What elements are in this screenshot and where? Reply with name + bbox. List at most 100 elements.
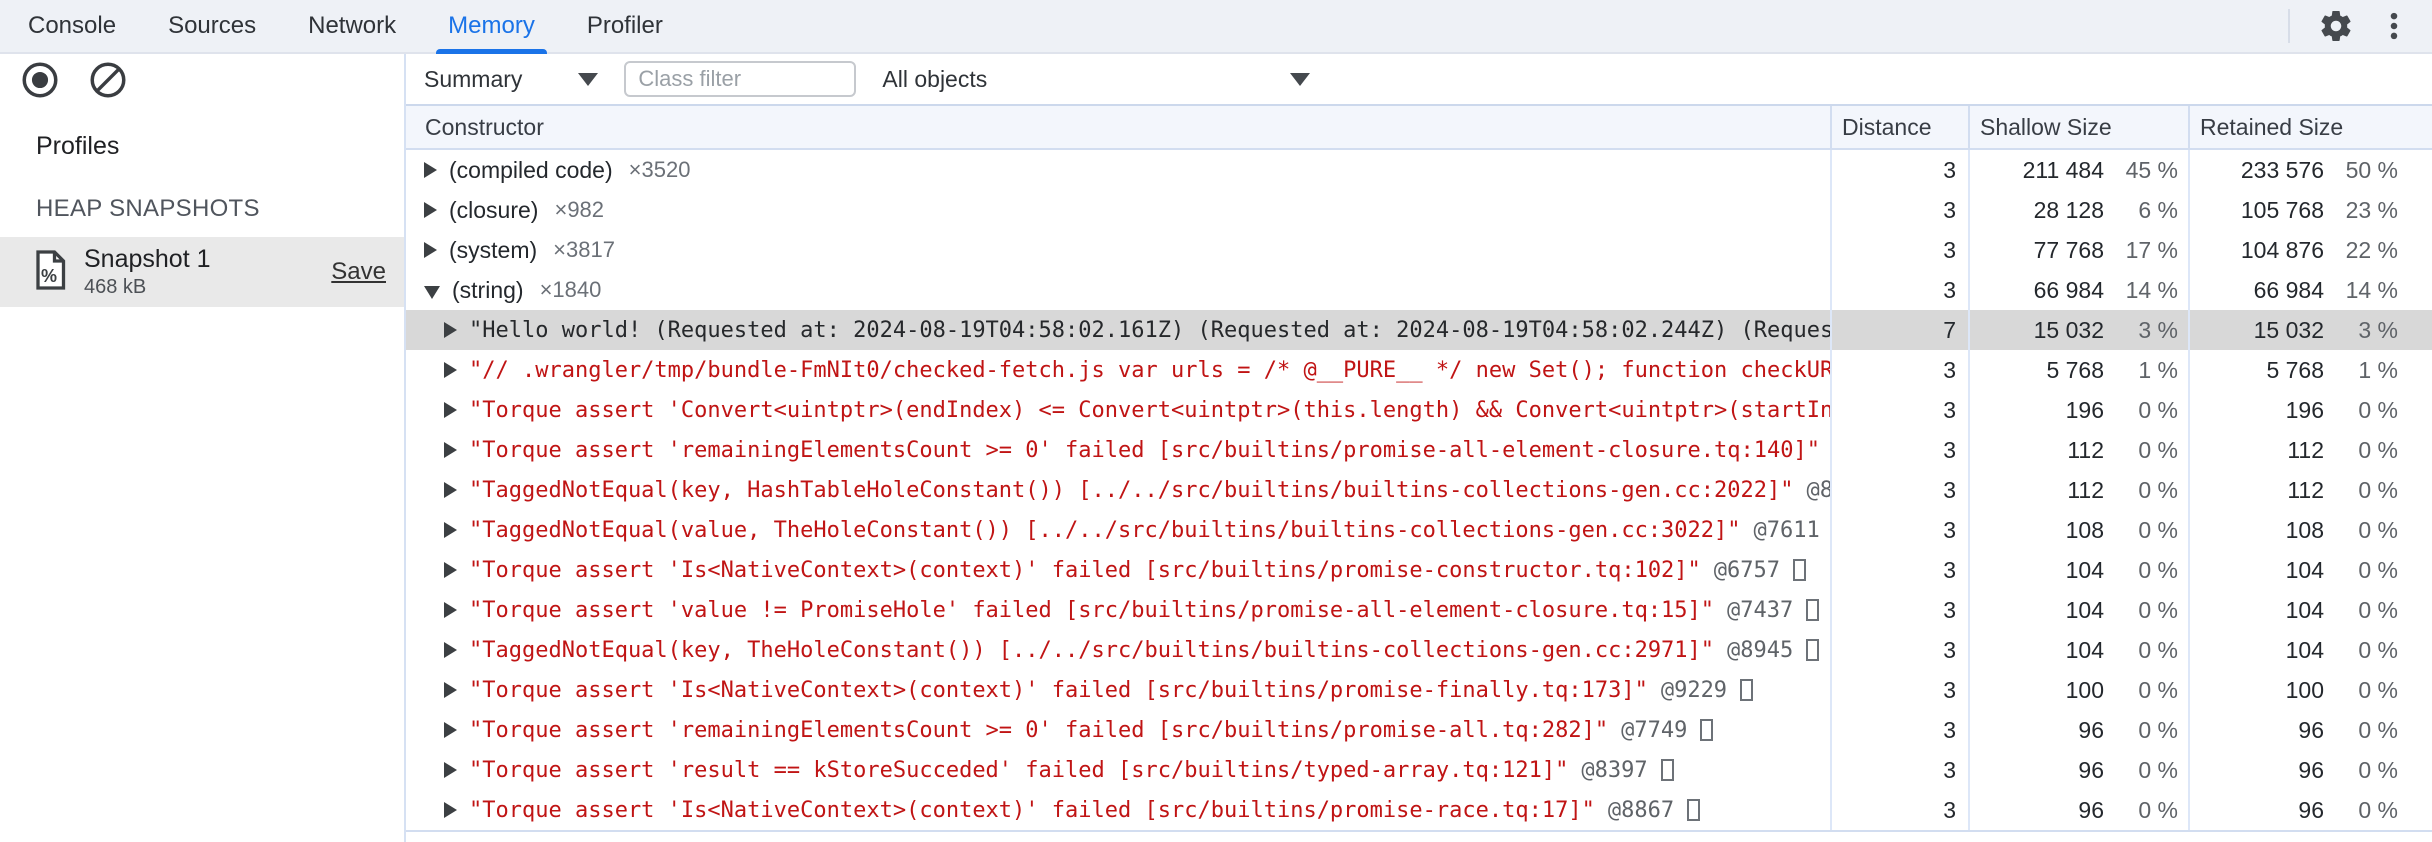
- disclosure-triangle-icon[interactable]: [424, 202, 437, 218]
- missing-glyph-box: [1806, 599, 1820, 621]
- table-row[interactable]: "Torque assert 'remainingElementsCount >…: [406, 710, 2432, 750]
- missing-glyph-box: [1700, 719, 1714, 741]
- disclosure-triangle-icon[interactable]: [444, 642, 457, 658]
- shallow-size-cell-percent: 0 %: [2138, 436, 2178, 463]
- object-id: @9229: [1660, 677, 1728, 703]
- disclosure-triangle-icon[interactable]: [444, 802, 457, 818]
- retained-size-cell-percent: 0 %: [2358, 436, 2398, 463]
- shallow-size-cell: 15 032 3 %: [1968, 310, 2188, 350]
- object-id: @8867: [1607, 797, 1675, 823]
- retained-size-cell-value: 15 032: [2253, 316, 2324, 343]
- retained-size-cell-value: 96: [2298, 796, 2324, 823]
- retained-size-cell-percent: 0 %: [2358, 636, 2398, 663]
- base-snapshot-select[interactable]: All objects: [882, 65, 1311, 93]
- shallow-size-cell-percent: 0 %: [2138, 676, 2178, 703]
- shallow-size-cell-percent: 0 %: [2138, 396, 2178, 423]
- distance-cell: 3: [1830, 630, 1968, 670]
- tab-sources[interactable]: Sources: [142, 0, 282, 52]
- shallow-size-cell: 28 128 6 %: [1968, 190, 2188, 230]
- disclosure-triangle-icon[interactable]: [444, 402, 457, 418]
- column-header-distance[interactable]: Distance: [1830, 106, 1968, 148]
- table-row[interactable]: (closure) ×982 3 28 128 6 % 105 768 23 %: [406, 190, 2432, 230]
- retained-size-cell: 96 0 %: [2188, 710, 2432, 750]
- disclosure-triangle-icon[interactable]: [424, 285, 440, 299]
- disclosure-triangle-icon[interactable]: [444, 482, 457, 498]
- grid-bottom-border: [406, 830, 2432, 832]
- disclosure-triangle-icon[interactable]: [444, 682, 457, 698]
- more-options-icon[interactable]: [2370, 2, 2418, 50]
- perspective-select[interactable]: Summary: [424, 66, 599, 93]
- disclosure-triangle-icon[interactable]: [444, 362, 457, 378]
- disclosure-triangle-icon[interactable]: [424, 242, 437, 258]
- disclosure-triangle-icon[interactable]: [424, 162, 437, 178]
- object-id: @8397: [1581, 757, 1648, 783]
- disclosure-triangle-icon[interactable]: [444, 522, 457, 538]
- retained-size-cell-value: 104: [2285, 556, 2324, 583]
- distance-cell: 3: [1830, 470, 1968, 510]
- table-row[interactable]: "Torque assert 'Convert<uintptr>(endInde…: [406, 390, 2432, 430]
- table-row[interactable]: (system) ×3817 3 77 768 17 % 104 876 22 %: [406, 230, 2432, 270]
- table-row[interactable]: "Torque assert 'value != PromiseHole' fa…: [406, 590, 2432, 630]
- record-heap-snapshot-icon[interactable]: [16, 56, 64, 104]
- table-row[interactable]: "TaggedNotEqual(value, TheHoleConstant()…: [406, 510, 2432, 550]
- table-row[interactable]: "Torque assert 'remainingElementsCount >…: [406, 430, 2432, 470]
- disclosure-triangle-icon[interactable]: [444, 562, 457, 578]
- shallow-size-cell-percent: 0 %: [2138, 556, 2178, 583]
- retained-size-cell: 15 032 3 %: [2188, 310, 2432, 350]
- base-snapshot-select-label: All objects: [882, 65, 988, 92]
- table-row[interactable]: "TaggedNotEqual(key, HashTableHoleConsta…: [406, 470, 2432, 510]
- tab-profiler[interactable]: Profiler: [561, 0, 689, 52]
- retained-size-cell-value: 66 984: [2253, 276, 2324, 303]
- table-row[interactable]: "Torque assert 'result == kStoreSucceded…: [406, 750, 2432, 790]
- heap-snapshot-file-icon: %: [32, 248, 68, 297]
- retained-size-cell: 112 0 %: [2188, 430, 2432, 470]
- shallow-size-cell-value: 100: [2065, 676, 2104, 703]
- column-header-shallow-size[interactable]: Shallow Size: [1968, 106, 2188, 148]
- table-row[interactable]: "Torque assert 'Is<NativeContext>(contex…: [406, 550, 2432, 590]
- table-row[interactable]: (string) ×1840 3 66 984 14 % 66 984 14 %: [406, 270, 2432, 310]
- column-header-retained-size[interactable]: Retained Size: [2188, 106, 2432, 148]
- class-filter-input[interactable]: [624, 61, 857, 97]
- shallow-size-cell-percent: 0 %: [2138, 596, 2178, 623]
- shallow-size-cell: 104 0 %: [1968, 630, 2188, 670]
- settings-gear-icon[interactable]: [2312, 2, 2360, 50]
- shallow-size-cell-percent: 3 %: [2138, 316, 2178, 343]
- retained-size-cell-percent: 1 %: [2358, 356, 2398, 383]
- constructor-group-name: (compiled code): [449, 156, 613, 183]
- shallow-size-cell-percent: 0 %: [2138, 636, 2178, 663]
- disclosure-triangle-icon[interactable]: [444, 722, 457, 738]
- instance-count: ×3817: [553, 237, 615, 262]
- shallow-size-cell: 66 984 14 %: [1968, 270, 2188, 310]
- shallow-size-cell-percent: 0 %: [2138, 516, 2178, 543]
- disclosure-triangle-icon[interactable]: [444, 322, 457, 338]
- string-value: "Torque assert 'Is<NativeContext>(contex…: [469, 797, 1595, 823]
- table-row[interactable]: "TaggedNotEqual(key, TheHoleConstant()) …: [406, 630, 2432, 670]
- profiles-sidebar-toolbar: [0, 54, 404, 106]
- table-row[interactable]: "Torque assert 'Is<NativeContext>(contex…: [406, 790, 2432, 830]
- snapshot-list-item[interactable]: % Snapshot 1 468 kB Save: [0, 237, 404, 307]
- table-row[interactable]: "Torque assert 'Is<NativeContext>(contex…: [406, 670, 2432, 710]
- tab-console[interactable]: Console: [2, 0, 142, 52]
- missing-glyph-box: [1660, 759, 1674, 781]
- string-value: "Torque assert 'Is<NativeContext>(contex…: [469, 677, 1648, 703]
- tab-network[interactable]: Network: [282, 0, 422, 52]
- disclosure-triangle-icon[interactable]: [444, 442, 457, 458]
- shallow-size-cell: 77 768 17 %: [1968, 230, 2188, 270]
- retained-size-cell-percent: 50 %: [2345, 156, 2398, 183]
- shallow-size-cell-value: 108: [2065, 516, 2104, 543]
- column-header-constructor[interactable]: Constructor: [406, 106, 1830, 148]
- save-snapshot-link[interactable]: Save: [331, 258, 386, 286]
- grid-header-row: Constructor Distance Shallow Size Retain…: [406, 106, 2432, 150]
- retained-size-cell-percent: 0 %: [2358, 676, 2398, 703]
- table-row[interactable]: "// .wrangler/tmp/bundle-FmNIt0/checked-…: [406, 350, 2432, 390]
- table-row[interactable]: "Hello world! (Requested at: 2024-08-19T…: [406, 310, 2432, 350]
- distance-cell: 3: [1830, 190, 1968, 230]
- shallow-size-cell-value: 104: [2065, 636, 2104, 663]
- table-row[interactable]: (compiled code) ×3520 3 211 484 45 % 233 576 5…: [406, 150, 2432, 190]
- disclosure-triangle-icon[interactable]: [444, 602, 457, 618]
- retained-size-cell: 104 0 %: [2188, 550, 2432, 590]
- tab-memory[interactable]: Memory: [422, 0, 561, 54]
- disclosure-triangle-icon[interactable]: [444, 762, 457, 778]
- clear-profiles-icon[interactable]: [84, 56, 132, 104]
- shallow-size-cell-value: 96: [2078, 716, 2104, 743]
